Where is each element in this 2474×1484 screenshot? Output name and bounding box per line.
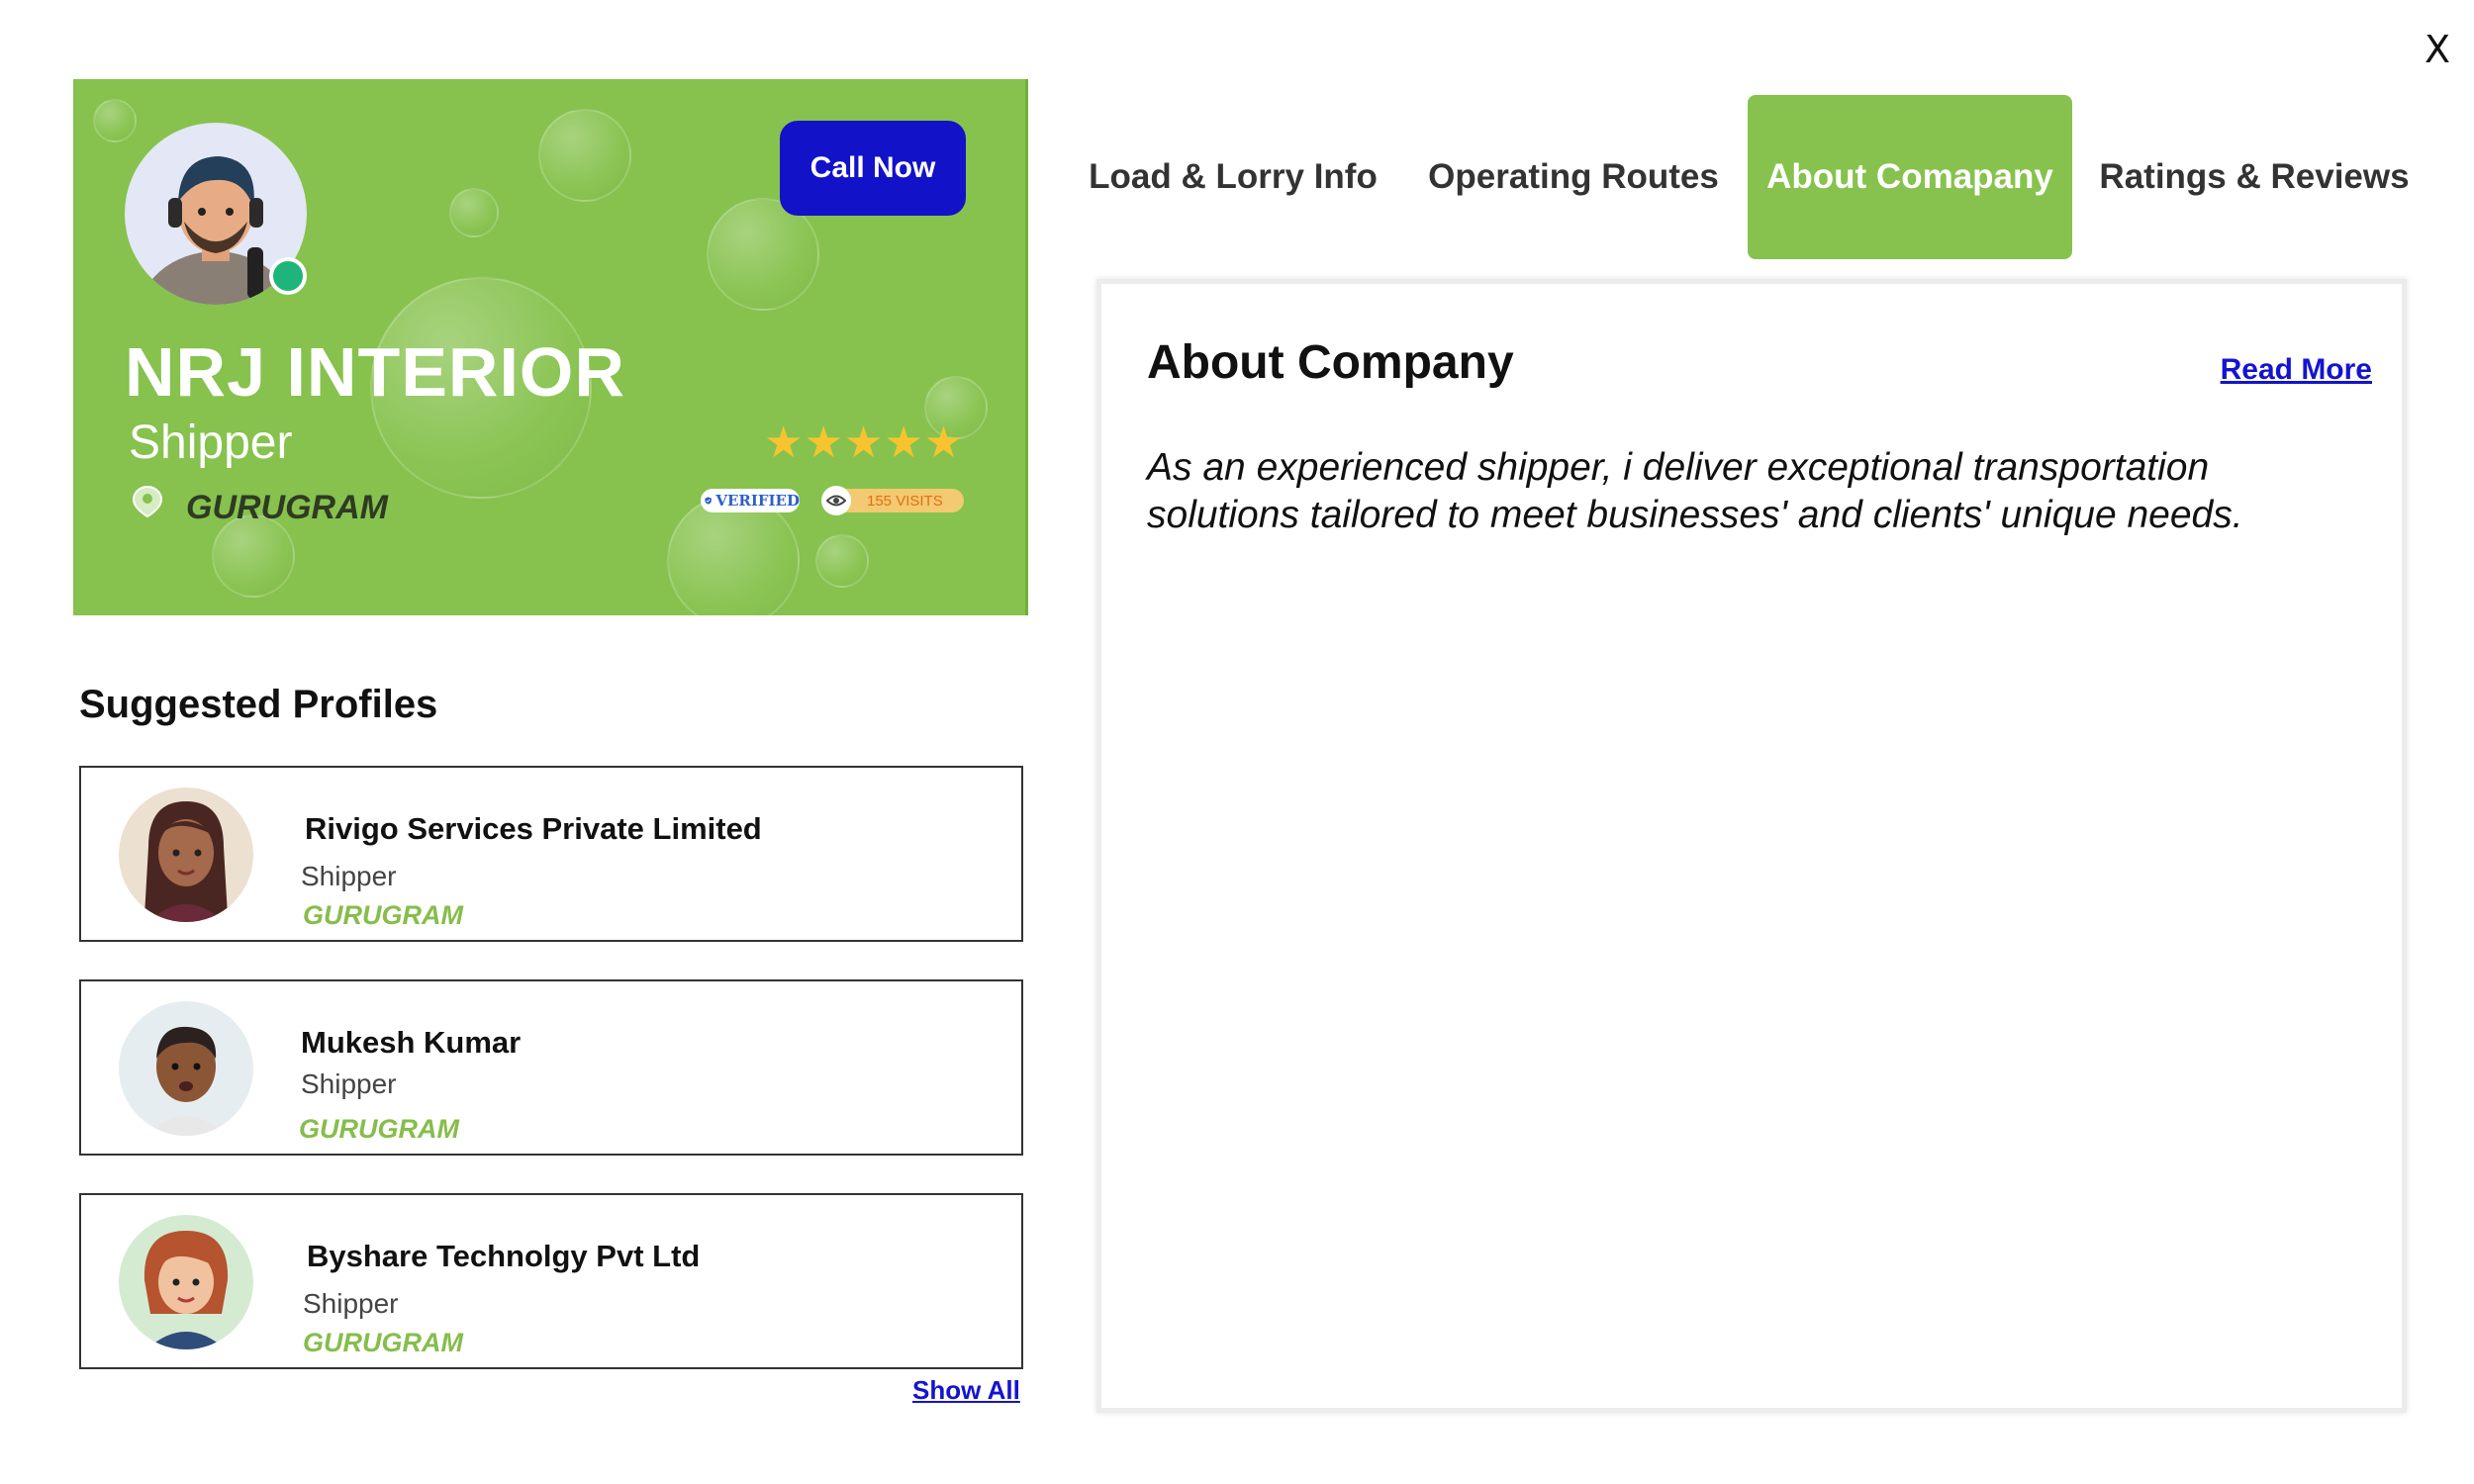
suggested-profile-name: Mukesh Kumar [301,1025,522,1060]
suggested-profile-card[interactable]: Byshare Technolgy Pvt Ltd Shipper GURUGR… [79,1193,1023,1369]
online-status-dot [269,257,307,295]
avatar [119,788,253,922]
background-bubble [93,99,137,142]
close-button[interactable]: X [2425,28,2450,71]
tab-about-company[interactable]: About Comapany [1748,95,2072,259]
about-company-panel: About Company Read More As an experience… [1096,279,2407,1413]
background-bubble [815,534,869,588]
avatar [119,1215,253,1349]
suggested-profile-role: Shipper [301,861,397,891]
verified-badge: VERIFIED [701,489,800,512]
tab-load-lorry-info[interactable]: Load & Lorry Info [1079,95,1387,259]
background-bubble [538,109,631,202]
company-role: Shipper [129,417,293,469]
visits-label: 155 VISITS [867,492,943,510]
background-bubble [667,495,800,615]
background-bubble [449,188,499,237]
suggested-profile-role: Shipper [301,1068,397,1099]
tab-operating-routes[interactable]: Operating Routes [1425,95,1722,259]
suggested-profile-card[interactable]: Rivigo Services Private Limited Shipper … [79,766,1023,942]
suggested-profile-name: Byshare Technolgy Pvt Ltd [307,1239,701,1273]
avatar-girl-icon [143,1231,229,1349]
star-rating: ★★★★★ [764,418,965,467]
location-pin-icon [132,485,163,518]
call-now-button[interactable]: Call Now [780,121,966,216]
suggested-profile-card[interactable]: Mukesh Kumar Shipper GURUGRAM [79,979,1023,1156]
company-location: GURUGRAM [186,489,388,526]
avatar [119,1001,253,1136]
suggested-profiles-title: Suggested Profiles [79,683,438,726]
show-all-link[interactable]: Show All [912,1375,1020,1406]
tab-ratings-reviews[interactable]: Ratings & Reviews [2094,95,2415,259]
suggested-profile-location: GURUGRAM [303,900,463,930]
suggested-profile-role: Shipper [303,1288,399,1319]
visits-badge: 155 VISITS [821,486,964,515]
about-company-title: About Company [1147,336,1514,389]
avatar-woman-icon [144,801,228,922]
company-name: NRJ INTERIOR [125,333,625,411]
verified-label: VERIFIED [715,492,800,510]
read-more-link[interactable]: Read More [2221,353,2372,387]
verified-shield-icon [705,497,712,505]
profile-card: Call Now NRJ INTERIOR Shipper GURUGRAM ★… [73,79,1028,615]
avatar-man-icon [146,1026,226,1136]
suggested-profile-location: GURUGRAM [299,1114,459,1144]
about-company-text: As an experienced shipper, i deliver exc… [1147,446,2243,536]
suggested-profile-name: Rivigo Services Private Limited [305,811,762,846]
eye-icon [821,486,851,515]
suggested-profile-location: GURUGRAM [303,1328,463,1357]
